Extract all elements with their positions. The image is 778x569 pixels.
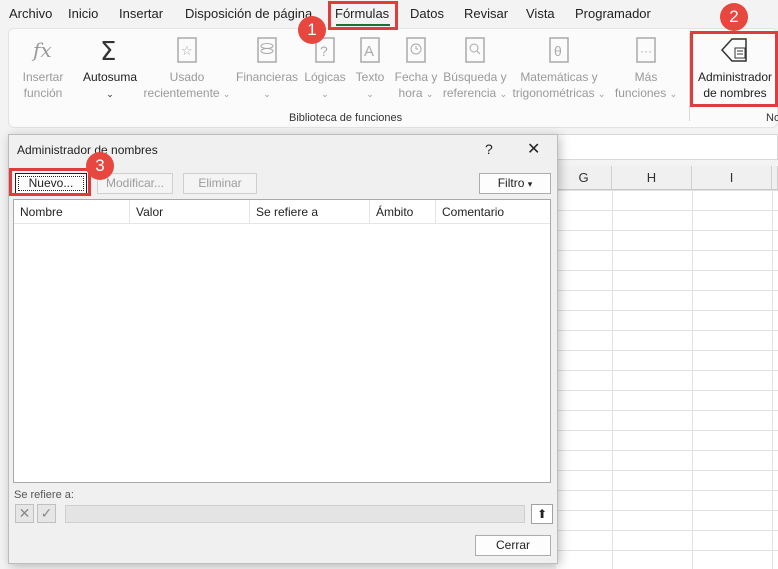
datetime-button[interactable]: Fecha y hora ⌄	[392, 35, 440, 102]
theta-book-icon: θ	[549, 37, 569, 63]
logical-button[interactable]: ? Lógicas ⌄	[301, 35, 349, 102]
names-list[interactable]: Nombre Valor Se refiere a Ámbito Comenta…	[13, 199, 551, 483]
refers-to-label: Se refiere a:	[14, 489, 74, 501]
grid-row-line	[556, 210, 778, 211]
collapse-dialog-icon[interactable]: ⬆	[531, 504, 553, 524]
name-manager-dialog: Administrador de nombres ? ✕ Nuevo... Mo…	[8, 134, 558, 564]
grid-row-line	[556, 450, 778, 451]
names-list-header: Nombre Valor Se refiere a Ámbito Comenta…	[14, 200, 550, 224]
column-name[interactable]: Nombre	[14, 200, 130, 224]
star-book-icon: ☆	[177, 37, 197, 63]
more-book-icon: ···	[636, 37, 656, 63]
more-functions-button[interactable]: ··· Más funciones ⌄	[609, 35, 683, 102]
column-scope[interactable]: Ámbito	[370, 200, 436, 224]
grid-column-line	[692, 190, 693, 569]
svg-text:☆: ☆	[181, 43, 193, 58]
column-value[interactable]: Valor	[130, 200, 250, 224]
confirm-check-icon[interactable]: ✓	[37, 504, 56, 523]
sigma-icon: Σ	[100, 37, 116, 65]
grid-row-line	[556, 490, 778, 491]
grid-row-line	[556, 350, 778, 351]
column-header-h[interactable]: H	[612, 166, 692, 190]
grid-row-line	[556, 370, 778, 371]
column-header-j[interactable]	[772, 166, 778, 190]
tab-programador[interactable]: Programador	[575, 6, 651, 21]
svg-text:Σ: Σ	[100, 37, 116, 65]
lookup-button[interactable]: Búsqueda y referencia ⌄	[441, 35, 509, 102]
svg-text:θ: θ	[554, 43, 562, 59]
group-label-defined-names: No	[766, 112, 778, 124]
grid-row-line	[556, 190, 778, 191]
help-icon[interactable]: ?	[485, 141, 493, 157]
grid-row-line	[556, 270, 778, 271]
recent-button[interactable]: ☆ Usado recientemente ⌄	[143, 35, 231, 102]
svg-text:···: ···	[640, 44, 652, 58]
callout-badge-2: 2	[720, 3, 748, 31]
grid-row-line	[556, 290, 778, 291]
svg-text:A: A	[364, 43, 374, 60]
grid-row-line	[556, 510, 778, 511]
filter-button[interactable]: Filtro ▾	[479, 173, 551, 194]
close-icon[interactable]: ✕	[527, 139, 540, 159]
grid-row-line	[556, 470, 778, 471]
insert-function-button[interactable]: fx Insertar función	[17, 35, 69, 101]
tab-vista[interactable]: Vista	[526, 6, 555, 21]
grid-column-line	[772, 190, 773, 569]
grid-row-line	[556, 430, 778, 431]
group-label-function-library: Biblioteca de funciones	[289, 112, 403, 124]
grid-row-line	[556, 230, 778, 231]
delete-button[interactable]: Eliminar	[183, 173, 257, 194]
grid-row-line	[556, 410, 778, 411]
grid-row-line	[556, 550, 778, 551]
tab-insertar[interactable]: Insertar	[119, 6, 163, 21]
tab-disposicion[interactable]: Disposición de página	[185, 6, 312, 21]
ribbon: fx Insertar función Σ Autosuma ⌄ ☆ Usado re…	[8, 28, 778, 128]
text-book-icon: A	[360, 37, 380, 63]
formula-bar[interactable]	[556, 134, 778, 160]
column-header-i[interactable]: I	[692, 166, 772, 190]
triangle-down-icon: ▾	[527, 179, 533, 189]
tab-datos[interactable]: Datos	[410, 6, 444, 21]
worksheet[interactable]: G H I	[556, 166, 778, 569]
refers-to-input[interactable]	[65, 505, 525, 523]
fx-icon: fx	[31, 38, 52, 62]
math-button[interactable]: θ Matemáticas y trigonométricas ⌄	[509, 35, 609, 102]
column-header-g[interactable]: G	[556, 166, 612, 190]
highlight-name-manager	[690, 31, 778, 107]
tab-inicio[interactable]: Inicio	[68, 6, 98, 21]
grid-column-line	[612, 190, 613, 569]
refers-to-row: ✕ ✓ ⬆	[13, 504, 553, 524]
grid-row-line	[556, 530, 778, 531]
coins-icon	[257, 37, 277, 63]
grid-row-line	[556, 250, 778, 251]
close-button[interactable]: Cerrar	[475, 535, 551, 556]
svg-text:fx: fx	[31, 38, 52, 62]
clock-book-icon	[406, 37, 426, 63]
text-button[interactable]: A Texto ⌄	[351, 35, 389, 102]
grid-row-line	[556, 330, 778, 331]
column-comment[interactable]: Comentario	[436, 200, 550, 224]
grid-row-line	[556, 310, 778, 311]
callout-badge-1: 1	[298, 16, 326, 44]
magnifier-book-icon	[465, 37, 485, 63]
tab-archivo[interactable]: Archivo	[9, 6, 52, 21]
grid-row-line	[556, 390, 778, 391]
callout-badge-3: 3	[86, 152, 114, 180]
highlight-new-button	[9, 168, 91, 196]
svg-text:?: ?	[320, 43, 328, 59]
dialog-title: Administrador de nombres	[17, 143, 158, 157]
cancel-x-icon[interactable]: ✕	[15, 504, 34, 523]
financial-button[interactable]: Financieras ⌄	[235, 35, 299, 102]
autosum-button[interactable]: Σ Autosuma ⌄	[77, 35, 143, 102]
column-refers-to[interactable]: Se refiere a	[250, 200, 370, 224]
highlight-formulas-tab	[328, 1, 398, 30]
chevron-down-icon: ⌄	[106, 89, 114, 99]
tab-revisar[interactable]: Revisar	[464, 6, 508, 21]
